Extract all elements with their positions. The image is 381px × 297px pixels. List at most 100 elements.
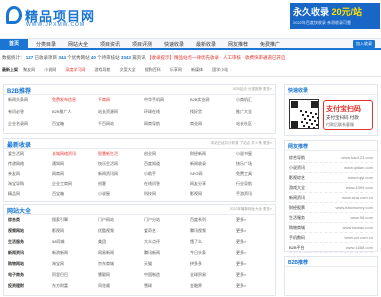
site-link[interactable]: 网易新闻 — [98, 250, 114, 256]
recommend-row[interactable]: 影视综艺 www.iqiyi.com — [289, 173, 373, 183]
ticker-item[interactable]: 小说网 — [44, 67, 56, 72]
site-link[interactable]: 饿了么 — [190, 239, 202, 245]
site-link[interactable]: 千商网 — [98, 97, 110, 103]
site-link[interactable]: 找好货 — [190, 109, 202, 115]
site-link[interactable]: 创客 — [98, 181, 106, 187]
site-link[interactable]: 爱生活网 — [8, 151, 24, 157]
site-link[interactable]: 搜索引擎 — [52, 217, 68, 223]
site-link[interactable]: 新闻收录 — [190, 161, 206, 167]
site-link[interactable]: 百宝箱 — [52, 121, 64, 127]
site-link[interactable]: 更多> — [236, 283, 246, 289]
site-link[interactable]: 东方财富 — [52, 283, 68, 289]
site-link[interactable]: 京东商城 — [98, 261, 114, 267]
site-logo[interactable]: 精品项目网 WWW.JPXMW.COM — [6, 4, 106, 30]
more-link[interactable]: 本站已经共计收录 了站点 共 9 条 更多> — [211, 141, 272, 146]
ticker-item[interactable]: 聚友网 — [23, 67, 35, 72]
nav-item-home[interactable]: 首页 — [0, 39, 28, 49]
ticker-item[interactable]: 新媒体 — [191, 67, 203, 72]
site-link[interactable]: 精品网 — [8, 191, 20, 197]
site-link[interactable]: B2B实业网 — [190, 97, 210, 103]
site-link[interactable]: 中华手机网 — [144, 97, 164, 103]
site-link[interactable]: 网商网 — [52, 171, 64, 177]
site-link[interactable]: 门户网站 — [98, 217, 114, 223]
recommend-row[interactable]: 购物商城 www.taobao.com — [289, 223, 373, 233]
recommend-row[interactable]: 手机数码 www.zol.com.cn — [289, 233, 373, 243]
ticker-item[interactable]: 乐享网 — [170, 67, 182, 72]
site-link[interactable]: 58同城 — [52, 239, 64, 245]
recommend-row[interactable]: 财经股票 www.eastmoney.com — [289, 203, 373, 213]
site-link[interactable]: 百度系列 — [190, 217, 206, 223]
site-link[interactable]: 腾讯新闻 — [144, 250, 160, 256]
site-link[interactable]: 爱奇艺 — [144, 228, 156, 234]
site-link[interactable]: 阿里巴巴 — [52, 272, 68, 278]
site-link[interactable]: 新闻资讯网 — [98, 171, 118, 177]
recommend-row[interactable]: 游戏大全 www.4399.com — [289, 183, 373, 193]
site-link[interactable]: 创业网 — [144, 151, 156, 157]
site-link[interactable]: 小助手 — [144, 171, 156, 177]
site-link[interactable]: 推广大全 — [236, 109, 252, 115]
site-link[interactable]: 免费发布信息 — [52, 97, 76, 103]
site-link[interactable]: 企业工商网 — [52, 181, 72, 187]
nav-item-news[interactable]: 项目资讯 — [100, 41, 120, 48]
site-link[interactable]: 千百网站 — [98, 121, 114, 127]
site-link[interactable]: 美团 — [98, 239, 106, 245]
nav-item-promote[interactable]: 免费推广 — [260, 41, 280, 48]
site-link[interactable]: 有问必答 — [8, 109, 24, 115]
site-link[interactable]: 网商导航 — [144, 121, 160, 127]
site-link[interactable]: 全球贸易 — [190, 272, 206, 278]
site-link[interactable]: 淘宝网 — [52, 261, 64, 267]
site-link[interactable]: 雪球 — [144, 283, 152, 289]
site-link[interactable]: 商业网 — [190, 121, 202, 127]
recommend-row[interactable]: 新闻资讯 www.sina.com.cn — [289, 193, 373, 203]
site-link[interactable]: 更多> — [236, 250, 246, 256]
site-link[interactable]: 同花顺 — [98, 283, 110, 289]
site-link[interactable]: 更多> — [236, 217, 246, 223]
site-link[interactable]: 新闻头条网 — [8, 97, 28, 103]
site-link[interactable]: 百宝箱 — [52, 191, 64, 197]
site-link[interactable]: 大众点评 — [144, 239, 160, 245]
ticker-item[interactable]: 搜狗百科 — [145, 67, 161, 72]
pay-card[interactable]: 支付宝扫码 支付宝扫码 付款 付款后联系客服 — [323, 100, 373, 130]
recommend-row[interactable]: 生活服务 www.58.com — [289, 213, 373, 223]
site-link[interactable]: 门户分站 — [144, 217, 160, 223]
nav-item-recommend[interactable]: 网友推荐 — [228, 41, 248, 48]
ticker-item[interactable]: 国学小站 — [212, 67, 228, 72]
site-link[interactable]: 更多> — [236, 228, 246, 234]
site-link[interactable]: 财经新闻 — [190, 151, 206, 157]
header-ad-banner[interactable]: 永久收录 20元/站 2022年百度快收录 亲测收录可靠 — [290, 3, 380, 29]
recommend-row[interactable]: B2B平台 www.1688.com — [289, 243, 373, 253]
site-link[interactable]: 免费工具 — [236, 171, 252, 177]
site-link[interactable]: 传递网络 — [8, 161, 24, 167]
recommend-row[interactable]: 综合导航 www.hao123.com — [289, 153, 373, 163]
site-link[interactable]: 今日头条 — [190, 250, 206, 256]
site-link[interactable]: 小商机汇 — [236, 97, 252, 103]
nav-item-directory[interactable]: 网站大全 — [68, 41, 88, 48]
more-link[interactable]: 2022年最新网址大全 更多> — [230, 207, 272, 212]
site-link[interactable]: 优酷视频 — [98, 228, 114, 234]
site-link[interactable]: 长城网络资讯 — [52, 151, 76, 157]
site-link[interactable]: 腾讯视频 — [190, 228, 206, 234]
site-link[interactable]: 企业名录网 — [8, 121, 28, 127]
site-link[interactable]: 更多> — [236, 261, 246, 267]
site-link[interactable]: 淘宝导购 — [8, 181, 24, 187]
site-link[interactable]: 慧聪网 — [98, 272, 110, 278]
ticker-item[interactable]: 深度学习网 — [65, 67, 85, 72]
site-link[interactable]: 在线问答 — [144, 181, 160, 187]
site-link[interactable]: 新浪新闻 — [52, 250, 68, 256]
nav-item-categories[interactable]: 分类目录 — [36, 41, 56, 48]
site-link[interactable]: B2B推广人 — [52, 109, 72, 115]
site-link[interactable]: 快乐生活网 — [98, 161, 118, 167]
site-link[interactable]: 小说书屋 — [236, 151, 252, 157]
nav-item-latest[interactable]: 最新收录 — [196, 41, 216, 48]
site-link[interactable]: 站长社区 — [236, 121, 252, 127]
nav-item-reviews[interactable]: 项目评测 — [132, 41, 152, 48]
site-link[interactable]: 智慧新生活 — [98, 151, 118, 157]
ticker-item[interactable]: 文案大全 — [120, 67, 136, 72]
site-link[interactable]: 金融界 — [190, 283, 202, 289]
nav-item-fast-index[interactable]: 快速收录 — [164, 41, 184, 48]
ticker-item[interactable]: 游戏导航 — [95, 67, 111, 72]
more-link[interactable]: B2B站点·分类推荐 更多> — [233, 87, 272, 92]
recommend-row[interactable]: 小说资讯 www.qidian.com — [289, 163, 373, 173]
site-link[interactable]: SEO网 — [190, 171, 202, 177]
site-link[interactable]: 亲友网 — [8, 171, 20, 177]
